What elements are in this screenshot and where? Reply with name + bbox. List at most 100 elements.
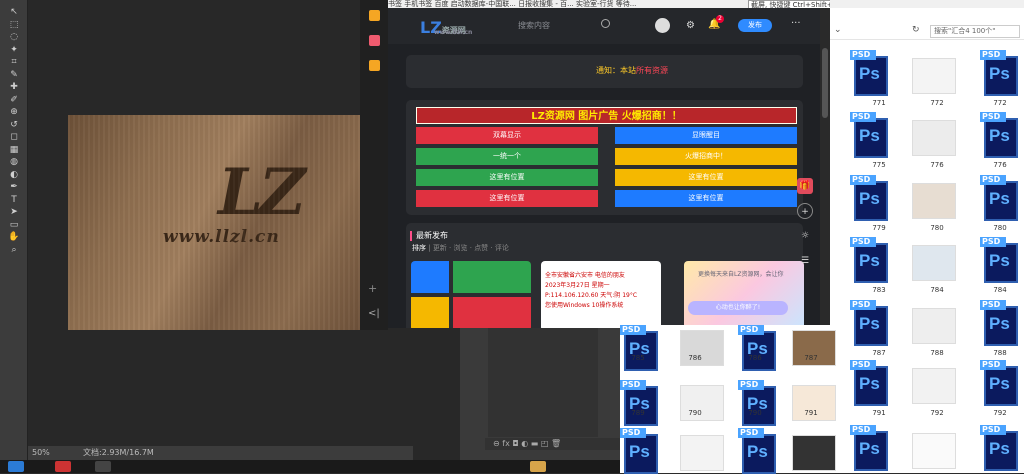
ad-button[interactable]: 这里有位置 — [416, 190, 598, 207]
site-search-placeholder[interactable]: 搜索内容 — [518, 20, 550, 31]
collapse-icon[interactable]: <| — [368, 308, 380, 319]
eraser-tool-icon[interactable]: ◻ — [5, 131, 23, 143]
image-thumbnail[interactable] — [680, 435, 724, 471]
marquee-tool-icon[interactable]: ⬚ — [5, 19, 23, 31]
zoom-level[interactable]: 50% — [32, 446, 50, 460]
sort-tab[interactable]: 更新 — [433, 244, 447, 252]
psd-file-icon[interactable]: PSD Ps — [850, 425, 890, 471]
move-tool-icon[interactable]: ↖ — [5, 6, 23, 18]
eyedropper-tool-icon[interactable]: ✎ — [5, 69, 23, 81]
ad-button[interactable]: 双幕显示 — [416, 127, 598, 144]
brush-tool-icon[interactable]: ✐ — [5, 94, 23, 106]
scrollbar-thumb[interactable] — [822, 48, 828, 118]
image-thumbnail[interactable] — [912, 58, 956, 94]
psd-file-icon[interactable]: PSD Ps — [980, 360, 1020, 406]
sun-icon[interactable]: ☼ — [797, 228, 813, 244]
psd-file-icon[interactable]: PSD Ps — [738, 325, 778, 371]
image-thumbnail[interactable] — [912, 183, 956, 219]
taskbar-app-icon[interactable] — [55, 461, 71, 472]
path-select-tool-icon[interactable]: ➤ — [5, 206, 23, 218]
sidebar-app-icon[interactable] — [369, 10, 380, 21]
gear-icon[interactable]: ⚙ — [686, 20, 695, 31]
psd-file-icon[interactable]: PSD Ps — [850, 112, 890, 158]
psd-file-icon[interactable]: PSD Ps — [980, 112, 1020, 158]
site-logo[interactable]: LZ资源网 www.llzl.cn — [420, 18, 490, 37]
lasso-tool-icon[interactable]: ◌ — [5, 31, 23, 43]
psd-file-icon[interactable]: PSD Ps — [850, 50, 890, 96]
psd-file-icon[interactable]: PSD Ps — [738, 428, 778, 474]
sort-tab[interactable]: 评论 — [495, 244, 509, 252]
psd-file-icon[interactable]: PSD Ps — [620, 325, 660, 371]
psd-file-icon[interactable]: PSD Ps — [980, 237, 1020, 283]
psd-file-icon[interactable]: PSD Ps — [850, 360, 890, 406]
post-thumb[interactable] — [411, 261, 531, 328]
healing-tool-icon[interactable]: ✚ — [5, 81, 23, 93]
add-circle-icon[interactable]: + — [797, 203, 813, 219]
site-scrollbar[interactable] — [820, 8, 830, 328]
layers-footer-icons[interactable]: ⊖ fx ◘ ◐ ▬ ◰ 🗑 — [485, 438, 620, 450]
plus-icon[interactable]: + — [368, 282, 377, 295]
search-icon[interactable] — [601, 19, 610, 28]
publish-button[interactable]: 发布 — [738, 19, 772, 32]
psd-file-icon[interactable]: PSD Ps — [850, 175, 890, 221]
blur-tool-icon[interactable]: ◍ — [5, 156, 23, 168]
taskbar-app-icon[interactable] — [530, 461, 546, 472]
psd-file-icon[interactable]: PSD Ps — [738, 380, 778, 426]
image-thumbnail[interactable] — [792, 435, 836, 471]
hand-tool-icon[interactable]: ✋ — [5, 231, 23, 243]
post-thumb[interactable]: 全市安徽省六安市 电信的朋友 2023年3月27日 星期一 P:114.106.… — [541, 261, 661, 328]
stamp-tool-icon[interactable]: ⊕ — [5, 106, 23, 118]
psd-file-icon[interactable]: PSD Ps — [980, 425, 1020, 471]
taskbar — [0, 460, 620, 473]
more-icon[interactable]: ··· — [791, 18, 801, 29]
crop-tool-icon[interactable]: ⌗ — [5, 56, 23, 68]
image-thumbnail[interactable] — [912, 368, 956, 404]
sidebar-app-icon[interactable] — [369, 35, 380, 46]
post-thumb[interactable]: 更换每天来自LZ资源网，会让你 心动也让你醉了! — [684, 261, 804, 328]
pen-tool-icon[interactable]: ✒ — [5, 181, 23, 193]
sort-tab[interactable]: 点赞 — [474, 244, 488, 252]
explorer-search-input[interactable]: 搜索"汇合4 100个" — [930, 25, 1020, 38]
ad-button[interactable]: 火爆招商中！ — [615, 148, 797, 165]
image-thumbnail[interactable] — [912, 433, 956, 469]
image-thumbnail[interactable] — [912, 120, 956, 156]
taskbar-app-icon[interactable] — [8, 461, 24, 472]
file-name-label: 788 — [930, 349, 944, 357]
image-thumbnail[interactable] — [912, 245, 956, 281]
ad-button[interactable]: 这里有位置 — [615, 169, 797, 186]
ad-button[interactable]: 一统一个 — [416, 148, 598, 165]
layers-list[interactable] — [488, 325, 598, 437]
chevron-down-icon[interactable]: ⌄ — [834, 25, 842, 35]
bookmarks-text[interactable]: 书签 手机书签 百度 启动数据库-中国联... 日报收搜集 - 百... 实验室… — [388, 0, 636, 8]
ad-banner[interactable]: LZ资源网 图片广告 火爆招商！！ — [416, 107, 797, 124]
ad-button[interactable]: 这里有位置 — [416, 169, 598, 186]
notice-card: 通知：本站所有资源 — [406, 55, 803, 88]
psd-file-icon[interactable]: PSD Ps — [620, 428, 660, 474]
sidebar-app-icon[interactable] — [369, 60, 380, 71]
taskbar-app-icon[interactable] — [95, 461, 111, 472]
image-thumbnail[interactable] — [912, 308, 956, 344]
psd-file-icon[interactable]: PSD Ps — [980, 50, 1020, 96]
psd-file-icon[interactable]: PSD Ps — [620, 380, 660, 426]
avatar[interactable] — [655, 18, 670, 33]
history-brush-tool-icon[interactable]: ↺ — [5, 119, 23, 131]
psd-file-icon[interactable]: PSD Ps — [980, 175, 1020, 221]
canvas-image[interactable]: LZ www.llzl.cn — [68, 115, 368, 330]
shape-tool-icon[interactable]: ▭ — [5, 219, 23, 231]
sort-tab[interactable]: 浏览 — [454, 244, 468, 252]
gradient-tool-icon[interactable]: ▦ — [5, 144, 23, 156]
list-icon[interactable]: ☰ — [797, 253, 813, 269]
zoom-tool-icon[interactable]: ⌕ — [5, 244, 23, 256]
type-tool-icon[interactable]: T — [5, 194, 23, 206]
file-name-label: 789 — [631, 409, 645, 417]
dodge-tool-icon[interactable]: ◐ — [5, 169, 23, 181]
gift-icon[interactable]: 🎁 — [797, 178, 813, 194]
magic-wand-tool-icon[interactable]: ✦ — [5, 44, 23, 56]
psd-file-icon[interactable]: PSD Ps — [850, 300, 890, 346]
file-name-label: 788 — [993, 349, 1007, 357]
ad-button[interactable]: 这里有位置 — [615, 190, 797, 207]
psd-file-icon[interactable]: PSD Ps — [850, 237, 890, 283]
psd-file-icon[interactable]: PSD Ps — [980, 300, 1020, 346]
refresh-icon[interactable]: ↻ — [912, 25, 920, 35]
ad-button[interactable]: 显眼醒目 — [615, 127, 797, 144]
